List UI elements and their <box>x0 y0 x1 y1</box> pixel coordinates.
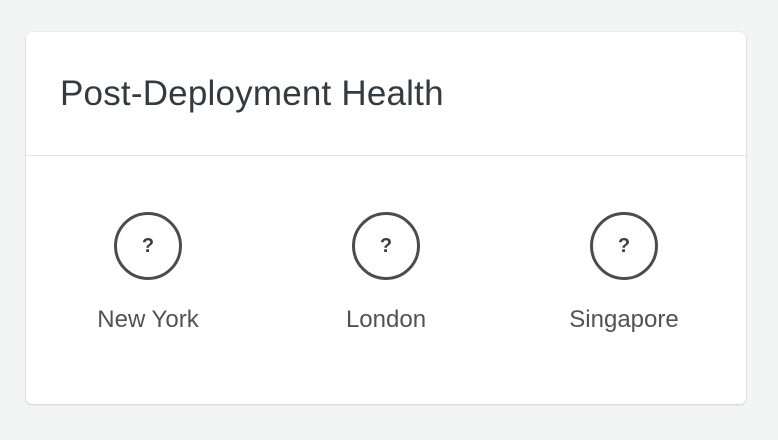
region-singapore[interactable]: ? Singapore <box>544 212 704 334</box>
question-circle-icon: ? <box>352 212 420 280</box>
panel-title: Post-Deployment Health <box>60 74 444 113</box>
region-label: London <box>345 306 427 333</box>
post-deployment-health-panel: Post-Deployment Health ? New York ? Lond… <box>26 32 746 404</box>
region-london[interactable]: ? London <box>306 212 466 334</box>
question-circle-icon: ? <box>590 212 658 280</box>
question-circle-icon: ? <box>114 212 182 280</box>
region-new-york[interactable]: ? New York <box>68 212 228 334</box>
status-unknown-glyph: ? <box>617 234 631 257</box>
panel-header: Post-Deployment Health <box>26 32 746 156</box>
region-status-list: ? New York ? London ? Singapore <box>26 156 746 403</box>
region-label: Singapore <box>569 306 679 333</box>
region-label: New York <box>97 306 199 333</box>
status-unknown-glyph: ? <box>141 234 155 257</box>
status-unknown-glyph: ? <box>379 234 393 257</box>
